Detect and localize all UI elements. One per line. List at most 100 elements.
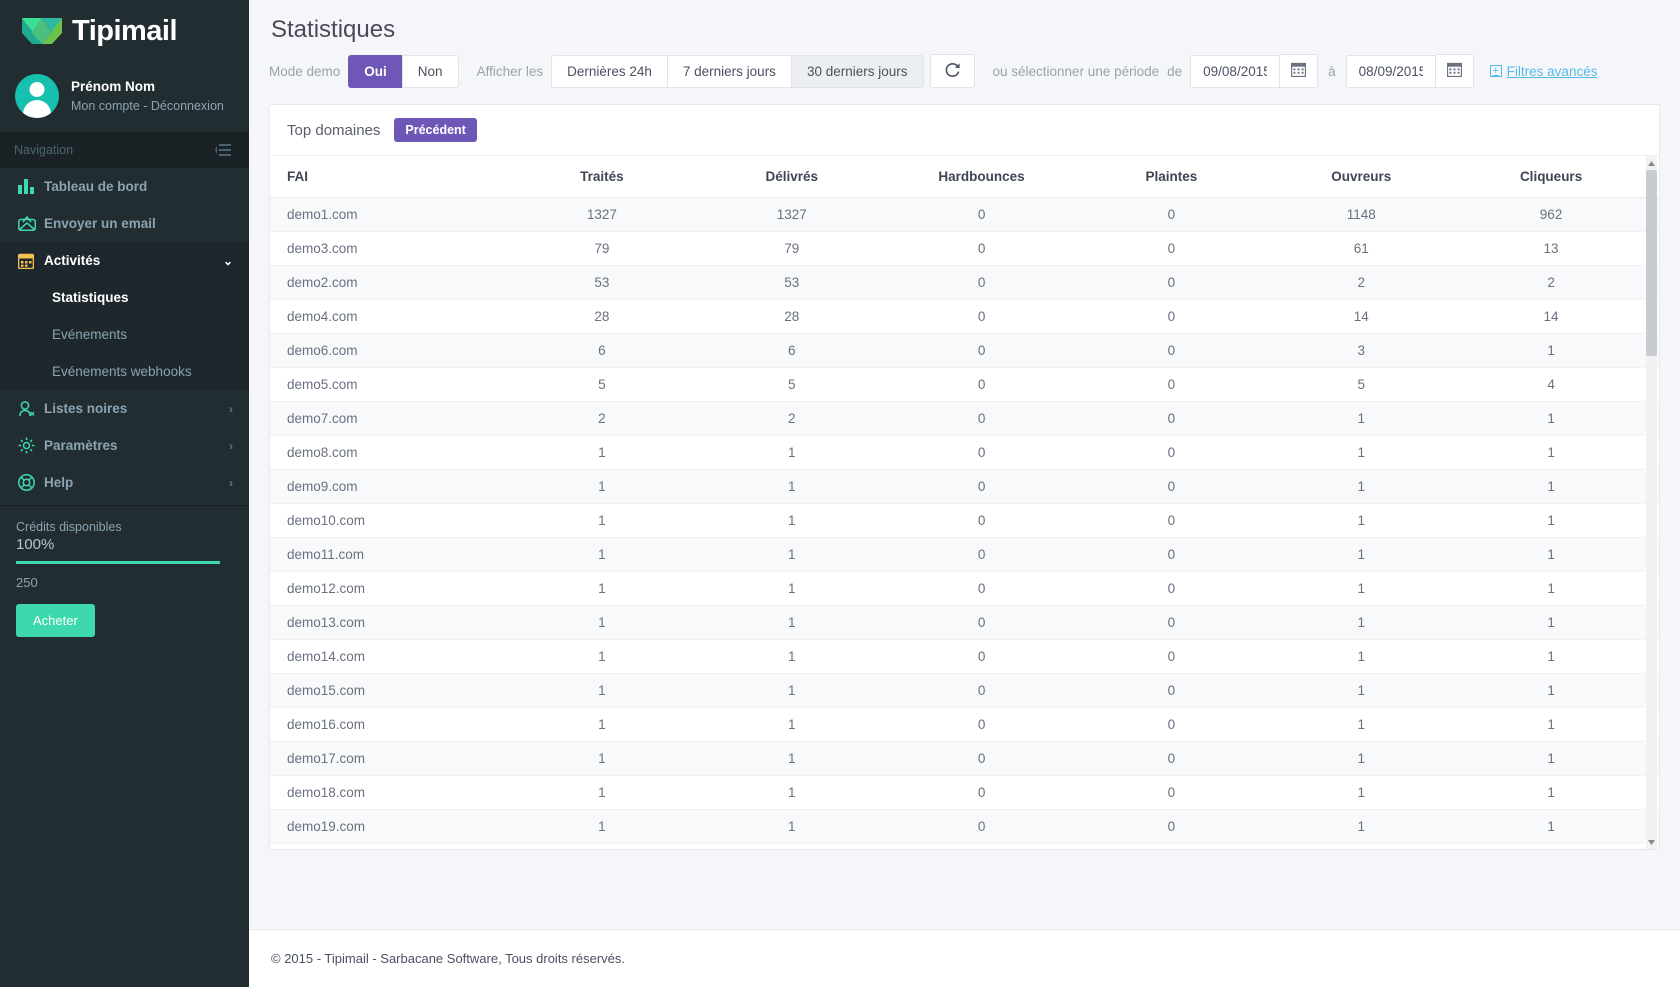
cell-value: 1 bbox=[1469, 435, 1659, 470]
brand[interactable]: Tipimail bbox=[0, 0, 249, 62]
cell-value: 0 bbox=[899, 231, 1090, 266]
table-row[interactable]: demo5.com 5 5 0 0 5 4 bbox=[270, 367, 1659, 402]
table-row[interactable]: demo7.com 2 2 0 0 1 1 bbox=[270, 401, 1659, 436]
to-label: à bbox=[1328, 63, 1336, 79]
cell-value: 0 bbox=[899, 605, 1090, 640]
cell-value: 0 bbox=[899, 571, 1090, 606]
column-header-cliqueurs[interactable]: Cliqueurs bbox=[1469, 156, 1659, 198]
cell-value: 0 bbox=[1089, 571, 1280, 606]
cell-value: 14 bbox=[1279, 299, 1470, 334]
panel-header: Top domaines Précédent bbox=[270, 105, 1659, 156]
table-row[interactable]: demo19.com 1 1 0 0 1 1 bbox=[270, 809, 1659, 844]
from-label: de bbox=[1167, 63, 1183, 79]
table-row[interactable]: demo17.com 1 1 0 0 1 1 bbox=[270, 741, 1659, 776]
cell-value: 1 bbox=[1279, 401, 1470, 436]
date-to-calendar-button[interactable] bbox=[1435, 54, 1474, 88]
range-7days-button[interactable]: 7 derniers jours bbox=[666, 54, 792, 88]
table-row[interactable]: demo12.com 1 1 0 0 1 1 bbox=[270, 571, 1659, 606]
table-row[interactable]: demo15.com 1 1 0 0 1 1 bbox=[270, 673, 1659, 708]
cell-domain: demo1.com bbox=[270, 197, 520, 232]
credits-label: Crédits disponibles bbox=[16, 520, 122, 534]
scroll-up-arrow-icon[interactable] bbox=[1646, 156, 1657, 170]
table-row[interactable]: demo14.com 1 1 0 0 1 1 bbox=[270, 639, 1659, 674]
sidebar-item-help[interactable]: Help › bbox=[0, 464, 249, 501]
table-row[interactable]: demo13.com 1 1 0 0 1 1 bbox=[270, 605, 1659, 640]
range-24h-button[interactable]: Dernières 24h bbox=[551, 54, 668, 88]
date-from-input[interactable] bbox=[1190, 54, 1281, 88]
cell-value: 1 bbox=[1469, 707, 1659, 742]
cell-value: 0 bbox=[1089, 639, 1280, 674]
scroll-down-arrow-icon[interactable] bbox=[1646, 835, 1657, 849]
advanced-filters-link[interactable]: + Filtres avancés bbox=[1489, 64, 1597, 79]
cell-value: 1 bbox=[520, 571, 710, 606]
cell-value: 1 bbox=[520, 843, 710, 849]
cell-domain: demo7.com bbox=[270, 401, 520, 436]
column-header-ouvreurs[interactable]: Ouvreurs bbox=[1279, 156, 1470, 198]
cell-value: 1 bbox=[1469, 333, 1659, 368]
cell-value: 0 bbox=[899, 639, 1090, 674]
cell-value: 79 bbox=[520, 231, 710, 266]
table-row[interactable]: demo16.com 1 1 0 0 1 1 bbox=[270, 707, 1659, 742]
range-30days-button[interactable]: 30 derniers jours bbox=[790, 54, 924, 88]
table-row[interactable]: demo4.com 28 28 0 0 14 14 bbox=[270, 299, 1659, 334]
column-header-fai[interactable]: FAI bbox=[270, 156, 520, 198]
demo-mode-non-button[interactable]: Non bbox=[401, 54, 459, 88]
table-row[interactable]: demo20.com110011 bbox=[270, 843, 1659, 849]
table-row[interactable]: demo2.com 53 53 0 0 2 2 bbox=[270, 265, 1659, 300]
cell-domain: demo17.com bbox=[270, 741, 520, 776]
user-account-links[interactable]: Mon compte - Déconnexion bbox=[71, 97, 224, 115]
hamburger-collapse-icon[interactable] bbox=[215, 143, 231, 157]
sidebar-item-statistiques[interactable]: Statistiques bbox=[0, 279, 249, 316]
demo-mode-oui-button[interactable]: Oui bbox=[348, 54, 403, 88]
cell-value: 0 bbox=[1089, 435, 1280, 470]
sidebar-item-listes-noires[interactable]: Listes noires › bbox=[0, 390, 249, 427]
table-row[interactable]: demo18.com 1 1 0 0 1 1 bbox=[270, 775, 1659, 810]
cell-value: 79 bbox=[709, 231, 900, 266]
cell-value: 0 bbox=[899, 537, 1090, 572]
cell-value: 0 bbox=[1089, 809, 1280, 844]
cell-value: 1 bbox=[1279, 639, 1470, 674]
column-header-hardbounces[interactable]: Hardbounces bbox=[899, 156, 1090, 198]
cell-domain: demo13.com bbox=[270, 605, 520, 640]
table-scrollbar-thumb[interactable] bbox=[1646, 170, 1657, 356]
table-row[interactable]: demo10.com 1 1 0 0 1 1 bbox=[270, 503, 1659, 538]
cell-value: 53 bbox=[709, 265, 900, 300]
table-row[interactable]: demo8.com 1 1 0 0 1 1 bbox=[270, 435, 1659, 470]
table-row[interactable]: demo11.com 1 1 0 0 1 1 bbox=[270, 537, 1659, 572]
table-row[interactable]: demo9.com 1 1 0 0 1 1 bbox=[270, 469, 1659, 504]
cell-value: 0 bbox=[899, 741, 1090, 776]
cell-value: 1 bbox=[1279, 605, 1470, 640]
sidebar-nav: Tableau de bord Envoyer un email Activit… bbox=[0, 168, 249, 279]
table-scrollbar[interactable] bbox=[1646, 156, 1657, 849]
column-header-plaintes[interactable]: Plaintes bbox=[1089, 156, 1280, 198]
table-row[interactable]: demo6.com 6 6 0 0 3 1 bbox=[270, 333, 1659, 368]
sidebar-item-tableau-de-bord[interactable]: Tableau de bord bbox=[0, 168, 249, 205]
sidebar-item-parametres[interactable]: Paramètres › bbox=[0, 427, 249, 464]
table-row[interactable]: demo1.com 1327 1327 0 0 1148 962 bbox=[270, 197, 1659, 232]
send-email-icon bbox=[18, 216, 44, 231]
table-header-row: FAI Traités Délivrés Hardbounces Plainte… bbox=[270, 156, 1659, 198]
cell-value: 1 bbox=[709, 673, 900, 708]
refresh-button[interactable] bbox=[929, 54, 975, 88]
sidebar-item-evenements[interactable]: Evénements bbox=[0, 316, 249, 353]
previous-button[interactable]: Précédent bbox=[394, 118, 477, 142]
cell-domain: demo19.com bbox=[270, 809, 520, 844]
cell-value: 1 bbox=[1279, 741, 1470, 776]
sidebar-item-envoyer-un-email[interactable]: Envoyer un email bbox=[0, 205, 249, 242]
buy-credits-button[interactable]: Acheter bbox=[16, 604, 95, 637]
column-header-traites[interactable]: Traités bbox=[520, 156, 710, 198]
sidebar-item-label: Paramètres bbox=[44, 438, 118, 453]
sidebar-item-activites[interactable]: Activités ⌄ bbox=[0, 242, 249, 279]
cell-value: 2 bbox=[709, 401, 900, 436]
table-row[interactable]: demo3.com 79 79 0 0 61 13 bbox=[270, 231, 1659, 266]
cell-value: 1 bbox=[709, 537, 900, 572]
sidebar-item-label: Help bbox=[44, 475, 74, 490]
date-to-input[interactable] bbox=[1345, 54, 1436, 88]
cell-value: 0 bbox=[899, 503, 1090, 538]
page-title: Statistiques bbox=[271, 16, 396, 43]
plus-box-icon: + bbox=[1489, 65, 1502, 77]
sidebar-item-evenements-webhooks[interactable]: Evénements webhooks bbox=[0, 353, 249, 390]
date-from-calendar-button[interactable] bbox=[1280, 54, 1319, 88]
cell-value: 1 bbox=[1279, 775, 1470, 810]
column-header-delivres[interactable]: Délivrés bbox=[709, 156, 900, 198]
